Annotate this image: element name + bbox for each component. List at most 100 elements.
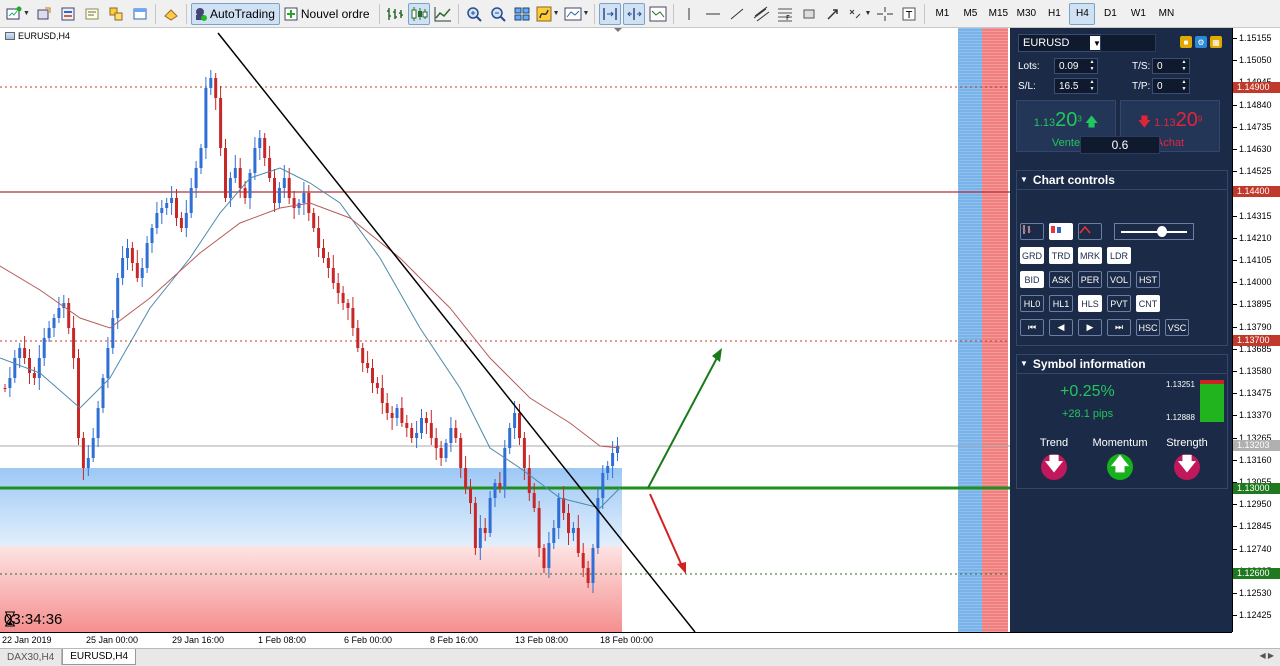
candlestick-button[interactable] — [407, 2, 430, 25]
zoom-in-button[interactable] — [463, 3, 485, 25]
chart-control-row3-4[interactable]: CNT — [1136, 295, 1160, 312]
lock-icon[interactable]: ■ — [1180, 36, 1192, 48]
bear-candle — [586, 568, 590, 583]
bear-candle — [371, 368, 374, 383]
price-tick — [1233, 504, 1237, 506]
ts-input[interactable]: 0 ▲ ▼ — [1152, 58, 1190, 74]
chart-window[interactable]: EURUSD,H4 03:34:36 EURUSD ▼ ■ ⚙ ▦ Lots: … — [0, 28, 1280, 648]
chart-control-row3-2[interactable]: HLS — [1078, 295, 1102, 312]
gear-icon[interactable]: ⚙ — [1195, 36, 1207, 48]
fibonacci-button[interactable]: F — [774, 3, 796, 25]
equidistant-channel-button[interactable] — [750, 3, 772, 25]
symbol-info-header[interactable]: ▼ Symbol information — [1016, 354, 1228, 374]
bear-candle — [32, 373, 36, 378]
tp-input[interactable]: 0 ▲ ▼ — [1152, 78, 1190, 94]
data-window-button[interactable] — [81, 3, 103, 25]
candle-style-button[interactable] — [1049, 223, 1073, 240]
chart-control-row3-0[interactable]: HL0 — [1020, 295, 1044, 312]
scale-slider[interactable] — [1114, 223, 1194, 240]
new-chart-button[interactable]: ▼ — [5, 3, 31, 25]
tab-scroll-icon[interactable]: ◀ ▶ — [1259, 651, 1274, 660]
timeframe-mn[interactable]: MN — [1153, 3, 1179, 25]
chart-control-row4-1[interactable]: ◀ — [1049, 319, 1073, 336]
chart-control-row2-4[interactable]: HST — [1136, 271, 1160, 288]
market-watch-button[interactable] — [57, 3, 79, 25]
properties-button[interactable] — [647, 3, 669, 25]
timeframe-d1[interactable]: D1 — [1097, 3, 1123, 25]
chart-control-row1-1[interactable]: TRD — [1049, 247, 1073, 264]
chart-control-row1-2[interactable]: MRK — [1078, 247, 1102, 264]
chart-control-row2-1[interactable]: ASK — [1049, 271, 1073, 288]
chart-control-row4-5[interactable]: VSC — [1165, 319, 1189, 336]
indicators-button[interactable]: ▼ — [535, 3, 561, 25]
chart-control-row1-0[interactable]: GRD — [1020, 247, 1044, 264]
text-tool-button[interactable] — [798, 3, 820, 25]
chart-control-row4-3[interactable]: ⏭ — [1107, 319, 1131, 336]
timeframe-h1[interactable]: H1 — [1041, 3, 1067, 25]
chart-control-row3-1[interactable]: HL1 — [1049, 295, 1073, 312]
new-order-button[interactable]: Nouvel ordre — [282, 3, 375, 25]
buy-price-prefix: 1.13 — [1154, 117, 1176, 129]
symbol-search-box[interactable] — [1100, 34, 1156, 52]
bull-candle — [194, 168, 198, 188]
chart-control-row4-0[interactable]: ⏮ — [1020, 319, 1044, 336]
timeframe-m15[interactable]: M15 — [985, 3, 1011, 25]
shapes-button[interactable]: ▼ — [846, 3, 872, 25]
autotrading-button[interactable]: AutoTrading — [190, 2, 280, 25]
terminal-button[interactable] — [129, 3, 151, 25]
sl-input[interactable]: 16.5 ▲ ▼ — [1054, 78, 1098, 94]
tab-dax30[interactable]: DAX30,H4 — [0, 649, 63, 665]
symbol-select[interactable]: EURUSD ▼ — [1018, 34, 1106, 52]
text-label-button[interactable]: T — [898, 3, 920, 25]
line-chart-button[interactable] — [432, 3, 454, 25]
grid-icon[interactable]: ▦ — [1210, 36, 1222, 48]
bull-candle — [258, 138, 262, 148]
chart-control-row1-3[interactable]: LDR — [1107, 247, 1131, 264]
spinner-arrows-icon[interactable]: ▲ ▼ — [1088, 59, 1096, 73]
symbol-value: EURUSD — [1023, 37, 1070, 49]
tab-eurusd[interactable]: EURUSD,H4 — [62, 649, 137, 665]
chart-control-row2-0[interactable]: BID — [1020, 271, 1044, 288]
timeframe-m30[interactable]: M30 — [1013, 3, 1039, 25]
zoom-out-button[interactable] — [487, 3, 509, 25]
timeframe-m1[interactable]: M1 — [929, 3, 955, 25]
crosshair-button[interactable] — [874, 3, 896, 25]
spinner-arrows-icon[interactable]: ▲ ▼ — [1180, 79, 1188, 93]
bar-chart-button[interactable] — [384, 3, 406, 25]
trendline-button[interactable] — [726, 3, 748, 25]
time-axis[interactable]: 22 Jan 2019 25 Jan 00:00 29 Jan 16:00 1 Feb… — [0, 632, 1232, 648]
chart-control-row4-4[interactable]: HSC — [1136, 319, 1160, 336]
bull-candle — [126, 248, 129, 258]
lots-input[interactable]: 0.09 ▲ ▼ — [1054, 58, 1098, 74]
timeframe-m5[interactable]: M5 — [957, 3, 983, 25]
auto-scroll-button[interactable] — [599, 2, 622, 25]
spinner-arrows-icon[interactable]: ▲ ▼ — [1180, 59, 1188, 73]
tile-windows-button[interactable] — [511, 3, 533, 25]
navigator-button[interactable] — [105, 3, 127, 25]
bear-candle — [175, 198, 178, 218]
chart-control-row3-3[interactable]: PVT — [1107, 295, 1131, 312]
price-label: 1.13475 — [1239, 388, 1272, 399]
strategy-tester-button[interactable] — [160, 3, 182, 25]
bear-candle — [537, 508, 541, 548]
spinner-arrows-icon[interactable]: ▲ ▼ — [1088, 79, 1096, 93]
bull-candle — [96, 408, 100, 438]
chart-control-row2-2[interactable]: PER — [1078, 271, 1102, 288]
cursor-button[interactable] — [678, 3, 700, 25]
price-tick — [1233, 415, 1237, 417]
price-axis[interactable]: 1.151551.150501.149451.148401.147351.146… — [1232, 28, 1280, 632]
bar-style-button[interactable] — [1020, 223, 1044, 240]
line-style-button[interactable] — [1078, 223, 1102, 240]
timeframe-w1[interactable]: W1 — [1125, 3, 1151, 25]
slider-knob[interactable] — [1157, 226, 1167, 237]
profiles-button[interactable] — [33, 3, 55, 25]
chart-controls-header[interactable]: ▼ Chart controls — [1016, 170, 1228, 190]
bear-candle — [72, 328, 76, 358]
chart-control-row2-3[interactable]: VOL — [1107, 271, 1131, 288]
templates-button[interactable]: ▼ — [563, 3, 591, 25]
chart-shift-button[interactable] — [623, 2, 646, 25]
timeframe-h4[interactable]: H4 — [1069, 2, 1096, 25]
chart-control-row4-2[interactable]: ▶ — [1078, 319, 1102, 336]
horizontal-line-button[interactable] — [702, 3, 724, 25]
arrow-tool-button[interactable] — [822, 3, 844, 25]
